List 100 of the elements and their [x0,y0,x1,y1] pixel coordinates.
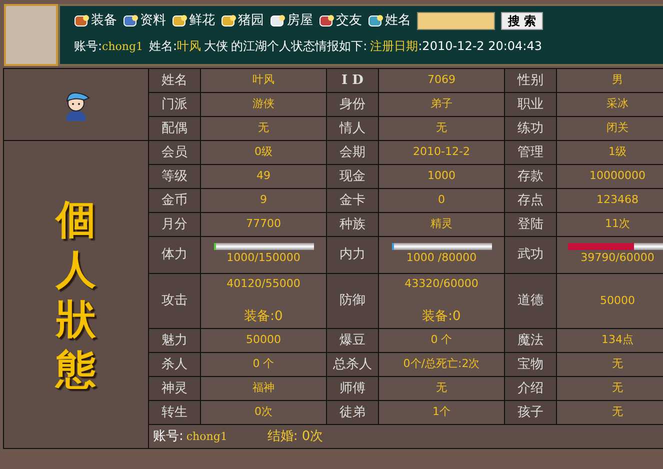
field-value: 1个 [378,400,504,424]
name-text: 叶风 [177,38,202,52]
field-label: 内力 [326,236,378,274]
nav-icon [270,14,286,28]
field-label: 魔法 [504,328,556,352]
nav-link[interactable]: 鲜花 [172,11,215,30]
account-text: chong1 [186,430,228,443]
field-value: 无 [556,376,663,400]
field-value: 采冰 [556,92,663,116]
search-button[interactable]: 搜 索 [501,12,544,30]
nav-link[interactable]: 装备 [74,11,117,30]
field-label: 金卡 [326,188,378,212]
field-label: 情人 [326,116,378,140]
equipment-text: 装备:0 [421,308,462,326]
field-label: 月分 [148,212,200,236]
field-value: 77700 [200,212,326,236]
field-value: 无 [556,352,663,376]
field-value: 0个/总死亡:2次 [378,352,504,376]
field-value: 0 个 [378,328,504,352]
field-value: 0级 [200,140,326,164]
nav-link[interactable]: 猪园 [221,11,264,30]
field-label: 神灵 [148,376,200,400]
nav-link[interactable]: 房屋 [270,11,313,30]
text-text: 的江湖个人状态情报如下: [231,38,368,52]
field-value: 11次 [556,212,663,236]
field-value: 无 [556,400,663,424]
account-text: chong1 [102,40,144,52]
field-value: 134点 [556,328,663,352]
field-label: 防御 [326,274,378,328]
field-value: 0 [378,188,504,212]
name-label-text: 姓名: [149,38,178,52]
marriage-text: 结婚: 0次 [267,428,324,444]
field-value: 精灵 [378,212,504,236]
avatar-photo-placeholder [4,4,58,66]
field-label: 门派 [148,92,200,116]
field-value: 43320/60000 [404,276,480,292]
field-label: 杀人 [148,352,200,376]
field-label: 现金 [326,164,378,188]
field-label: 登陆 [504,212,556,236]
field-value: 无 [378,376,504,400]
nav-icon [172,14,188,28]
field-value: 男 [556,68,663,92]
field-value: 1级 [556,140,663,164]
field-label: 配偶 [148,116,200,140]
field-label: 转生 [148,400,200,424]
field-label: 性别 [504,68,556,92]
field-value: 游侠 [200,92,326,116]
account-label-text: 账号: [74,38,102,52]
field-value: 0次 [200,400,326,424]
field-label: 存款 [504,164,556,188]
search-field[interactable] [417,12,495,30]
field-label: 种族 [326,212,378,236]
field-label: 介绍 [504,376,556,400]
field-label: 体力 [148,236,200,274]
field-label: 金币 [148,188,200,212]
field-value: 10000000 [556,164,663,188]
nav-icon [221,14,237,28]
field-value: 7069 [378,68,504,92]
bar-reading: 39790/60000 [580,251,654,266]
nav-icon [123,14,139,28]
field-label: 会期 [326,140,378,164]
field-label: 宝物 [504,352,556,376]
field-label: 总杀人 [326,352,378,376]
field-value: 福神 [200,376,326,400]
field-value: 无 [200,116,326,140]
nav-link[interactable]: 资料 [123,11,166,30]
reg-value-text: :2010-12-2 20:04:43 [418,38,542,52]
nav-link[interactable]: 交友 [319,11,362,30]
field-label: 攻击 [148,274,200,328]
equipment-text: 装备:0 [243,308,284,326]
field-label: 等级 [148,164,200,188]
field-value: 123468 [556,188,663,212]
field-value: 9 [200,188,326,212]
field-value: 49 [200,164,326,188]
rank-text: 大侠 [204,38,228,52]
field-label: 徒弟 [326,400,378,424]
field-label: 姓名 [148,68,200,92]
field-label: 练功 [504,116,556,140]
field-label: 武功 [504,236,556,274]
field-value: 闭关 [556,116,663,140]
field-label: 孩子 [504,400,556,424]
nav-link[interactable]: 姓名 [368,11,411,30]
nav-icon [368,14,384,28]
field-label: 师傅 [326,376,378,400]
bar-reading: 1000/150000 [226,251,300,266]
field-value: 弟子 [378,92,504,116]
field-label: 管理 [504,140,556,164]
field-label: I D [326,68,378,92]
field-value: 50000 [556,274,663,328]
field-value: 2010-12-2 [378,140,504,164]
nav-icon [74,14,90,28]
field-label: 爆豆 [326,328,378,352]
field-label: 道德 [504,274,556,328]
account-label: 账号: [153,428,184,444]
field-label: 存点 [504,188,556,212]
field-value: 0 个 [200,352,326,376]
field-value: 40120/55000 [226,276,302,292]
nav-icon [319,14,335,28]
reg-label-text: 注册日期 [370,38,418,52]
field-value: 无 [378,116,504,140]
